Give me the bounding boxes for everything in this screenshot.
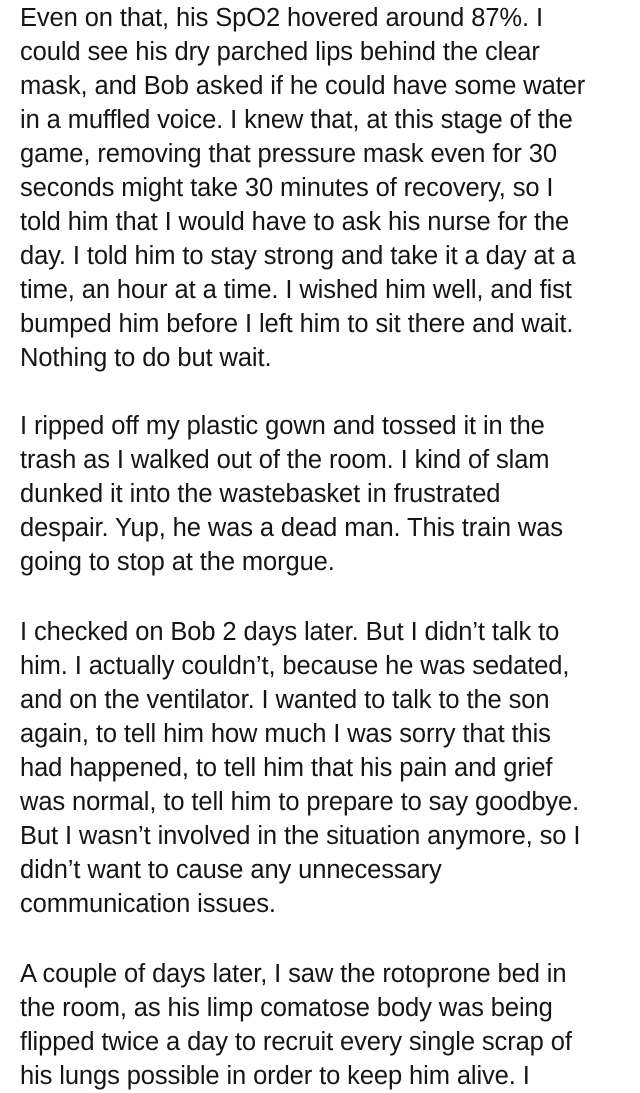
text-line: seconds might take 30 minutes of recover… bbox=[20, 174, 554, 202]
text-line: and on the ventilator. I wanted to talk … bbox=[20, 686, 550, 714]
text-line: I checked on Bob 2 days later. But I did… bbox=[20, 618, 560, 646]
text-line: communication issues. bbox=[20, 890, 276, 918]
text-line: going to stop at the morgue. bbox=[20, 548, 335, 576]
text-line: told him that I would have to ask his nu… bbox=[20, 208, 570, 236]
text-line: Nothing to do but wait. bbox=[20, 344, 272, 372]
text-line: him. I actually couldn’t, because he was… bbox=[20, 652, 570, 680]
text-line: could see his dry parched lips behind th… bbox=[20, 38, 540, 66]
text-line: game, removing that pressure mask even f… bbox=[20, 140, 557, 168]
text-line: But I wasn’t involved in the situation a… bbox=[20, 822, 581, 850]
text-line: in a muffled voice. I knew that, at this… bbox=[20, 106, 573, 134]
text-line: again, to tell him how much I was sorry … bbox=[20, 720, 551, 748]
text-line: A couple of days later, I saw the rotopr… bbox=[20, 960, 567, 988]
text-line: I ripped off my plastic gown and tossed … bbox=[20, 412, 545, 440]
text-line: bumped him before I left him to sit ther… bbox=[20, 310, 574, 338]
text-line: day. I told him to stay strong and take … bbox=[20, 242, 576, 270]
text-line: despair. Yup, he was a dead man. This tr… bbox=[20, 514, 563, 542]
text-line: Even on that, his SpO2 hovered around 87… bbox=[20, 4, 543, 32]
text-line: mask, and Bob asked if he could have som… bbox=[20, 72, 586, 100]
text-line: trash as I walked out of the room. I kin… bbox=[20, 446, 550, 474]
text-line: didn’t want to cause any unnecessary bbox=[20, 856, 442, 884]
text-line: flipped twice a day to recruit every sin… bbox=[20, 1028, 572, 1056]
text-line: time, an hour at a time. I wished him we… bbox=[20, 276, 572, 304]
text-line: was normal, to tell him to prepare to sa… bbox=[20, 788, 580, 816]
text-line: had happened, to tell him that his pain … bbox=[20, 754, 553, 782]
text-line: the room, as his limp comatose body was … bbox=[20, 994, 553, 1022]
text-line: dunked it into the wastebasket in frustr… bbox=[20, 480, 501, 508]
